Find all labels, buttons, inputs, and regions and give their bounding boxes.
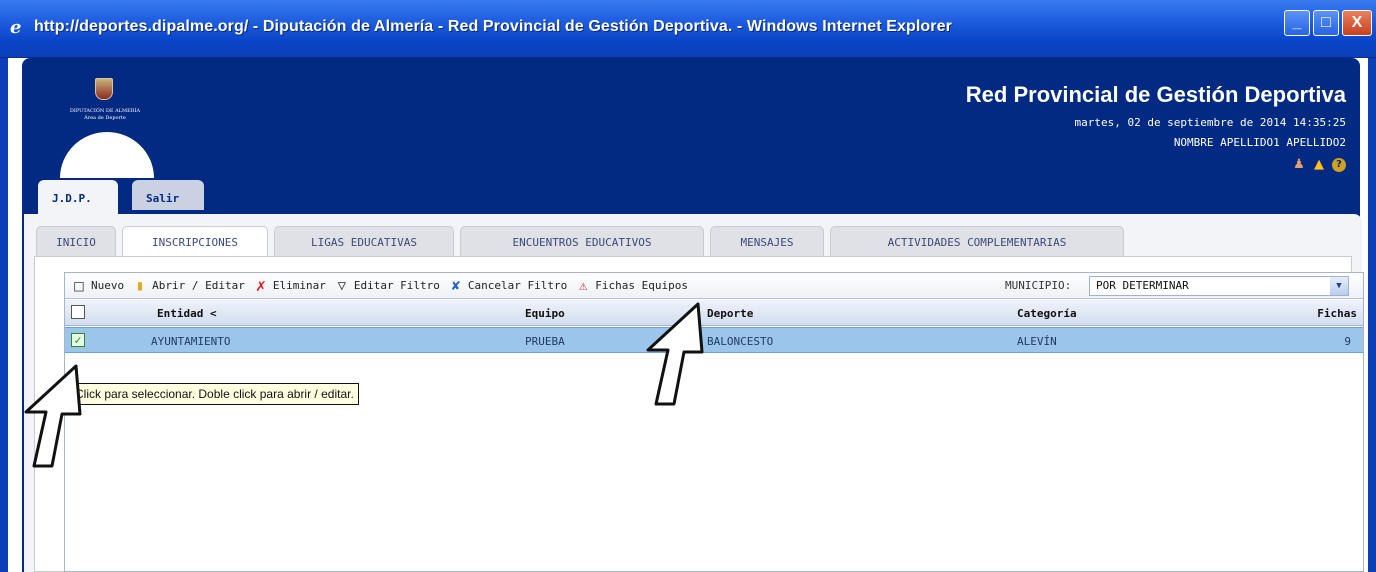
table-header: Entidad < Equipo Deporte Categoría Ficha…	[65, 300, 1363, 326]
chevron-down-icon[interactable]: ▼	[1330, 277, 1348, 295]
municipality-label: MUNICIPIO:	[1005, 279, 1072, 292]
new-document-icon: □	[74, 276, 84, 295]
column-fichas[interactable]: Fichas	[1317, 307, 1357, 320]
logo: DIPUTACIÓN DE ALMERÍA Área de Deporte	[40, 78, 170, 178]
cancel-filter-label: Cancelar Filtro	[467, 279, 568, 292]
open-edit-label: Abrir / Editar	[152, 279, 245, 292]
team-sheets-label: Fichas Equipos	[595, 279, 688, 292]
user-icon[interactable]: ♟	[1292, 158, 1306, 172]
column-equipo[interactable]: Equipo	[525, 307, 565, 320]
warning-icon[interactable]: ▲	[1312, 158, 1326, 172]
filter-icon: ▽	[337, 277, 347, 294]
inscriptions-grid: □ Nuevo ▮ Abrir / Editar ✗ Eliminar ▽ Ed…	[64, 272, 1364, 572]
edit-filter-button[interactable]: ▽ Editar Filtro	[334, 278, 440, 294]
maximize-button[interactable]: □	[1313, 10, 1339, 36]
pointer-arrow-icon	[646, 302, 704, 406]
tab-jdp[interactable]: J.D.P.	[38, 180, 118, 214]
cancel-filter-button[interactable]: ✘ Cancelar Filtro	[448, 277, 568, 294]
pdf-icon: ⚠	[579, 277, 588, 294]
tab-mensajes[interactable]: MENSAJES	[710, 226, 824, 256]
column-categoria[interactable]: Categoría	[1017, 307, 1077, 320]
window-title: http://deportes.dipalme.org/ - Diputació…	[34, 18, 952, 35]
logo-text-2: Área de Deporte	[84, 115, 126, 121]
close-button[interactable]: X	[1342, 10, 1372, 36]
cell-fichas: 9	[1344, 335, 1351, 348]
window-titlebar: e http://deportes.dipalme.org/ - Diputac…	[0, 0, 1376, 58]
tab-actividades-complementarias[interactable]: ACTIVIDADES COMPLEMENTARIAS	[830, 226, 1124, 256]
open-edit-button[interactable]: ▮ Abrir / Editar	[132, 278, 245, 294]
crest-icon	[95, 78, 113, 100]
window-frame-left	[0, 58, 8, 572]
delete-label: Eliminar	[272, 279, 326, 292]
logo-arc	[60, 132, 154, 178]
delete-button[interactable]: ✗ Eliminar	[253, 275, 326, 296]
column-entidad[interactable]: Entidad <	[157, 307, 217, 320]
tab-ligas-educativas[interactable]: LIGAS EDUCATIVAS	[274, 226, 454, 256]
cell-equipo: PRUEBA	[525, 335, 565, 348]
grid-toolbar: □ Nuevo ▮ Abrir / Editar ✗ Eliminar ▽ Ed…	[65, 273, 1363, 299]
edit-filter-label: Editar Filtro	[353, 279, 440, 292]
tooltip: Click para seleccionar. Doble click para…	[70, 383, 359, 405]
help-icon[interactable]: ?	[1332, 158, 1346, 172]
municipality-value: POR DETERMINAR	[1096, 279, 1189, 292]
row-checkbox[interactable]: ✓	[71, 333, 85, 347]
tab-salir[interactable]: Salir	[132, 180, 204, 210]
table-row[interactable]: ✓ AYUNTAMIENTO PRUEBA BALONCESTO ALEVÍN …	[65, 327, 1363, 353]
tab-encuentros-educativos[interactable]: ENCUENTROS EDUCATIVOS	[460, 226, 704, 256]
cancel-filter-icon: ✘	[451, 277, 461, 294]
column-deporte[interactable]: Deporte	[707, 307, 753, 320]
minimize-button[interactable]: _	[1284, 10, 1310, 36]
datetime: martes, 02 de septiembre de 2014 14:35:2…	[1074, 116, 1346, 129]
cell-categoria: ALEVÍN	[1017, 335, 1057, 348]
select-all-checkbox[interactable]	[71, 305, 85, 319]
new-button[interactable]: □ Nuevo	[71, 276, 125, 295]
new-label: Nuevo	[91, 279, 125, 292]
team-sheets-button[interactable]: ⚠ Fichas Equipos	[575, 278, 688, 294]
tab-inscripciones[interactable]: INSCRIPCIONES	[122, 226, 268, 258]
app-title: Red Provincial de Gestión Deportiva	[965, 82, 1346, 107]
municipality-select[interactable]: POR DETERMINAR ▼	[1089, 276, 1349, 296]
cell-deporte: BALONCESTO	[707, 335, 774, 348]
browser-icon: e	[10, 17, 22, 38]
window-frame-right	[1368, 58, 1376, 572]
header-icons: ♟ ▲ ?	[1292, 158, 1346, 172]
logo-text-1: DIPUTACIÓN DE ALMERÍA	[69, 108, 141, 114]
tab-inicio[interactable]: INICIO	[36, 226, 116, 256]
delete-x-icon: ✗	[255, 275, 266, 296]
user-name: NOMBRE APELLIDO1 APELLIDO2	[1173, 136, 1346, 149]
folder-icon: ▮	[135, 277, 145, 294]
cell-entidad: AYUNTAMIENTO	[151, 335, 231, 348]
pointer-arrow-icon	[24, 364, 82, 468]
